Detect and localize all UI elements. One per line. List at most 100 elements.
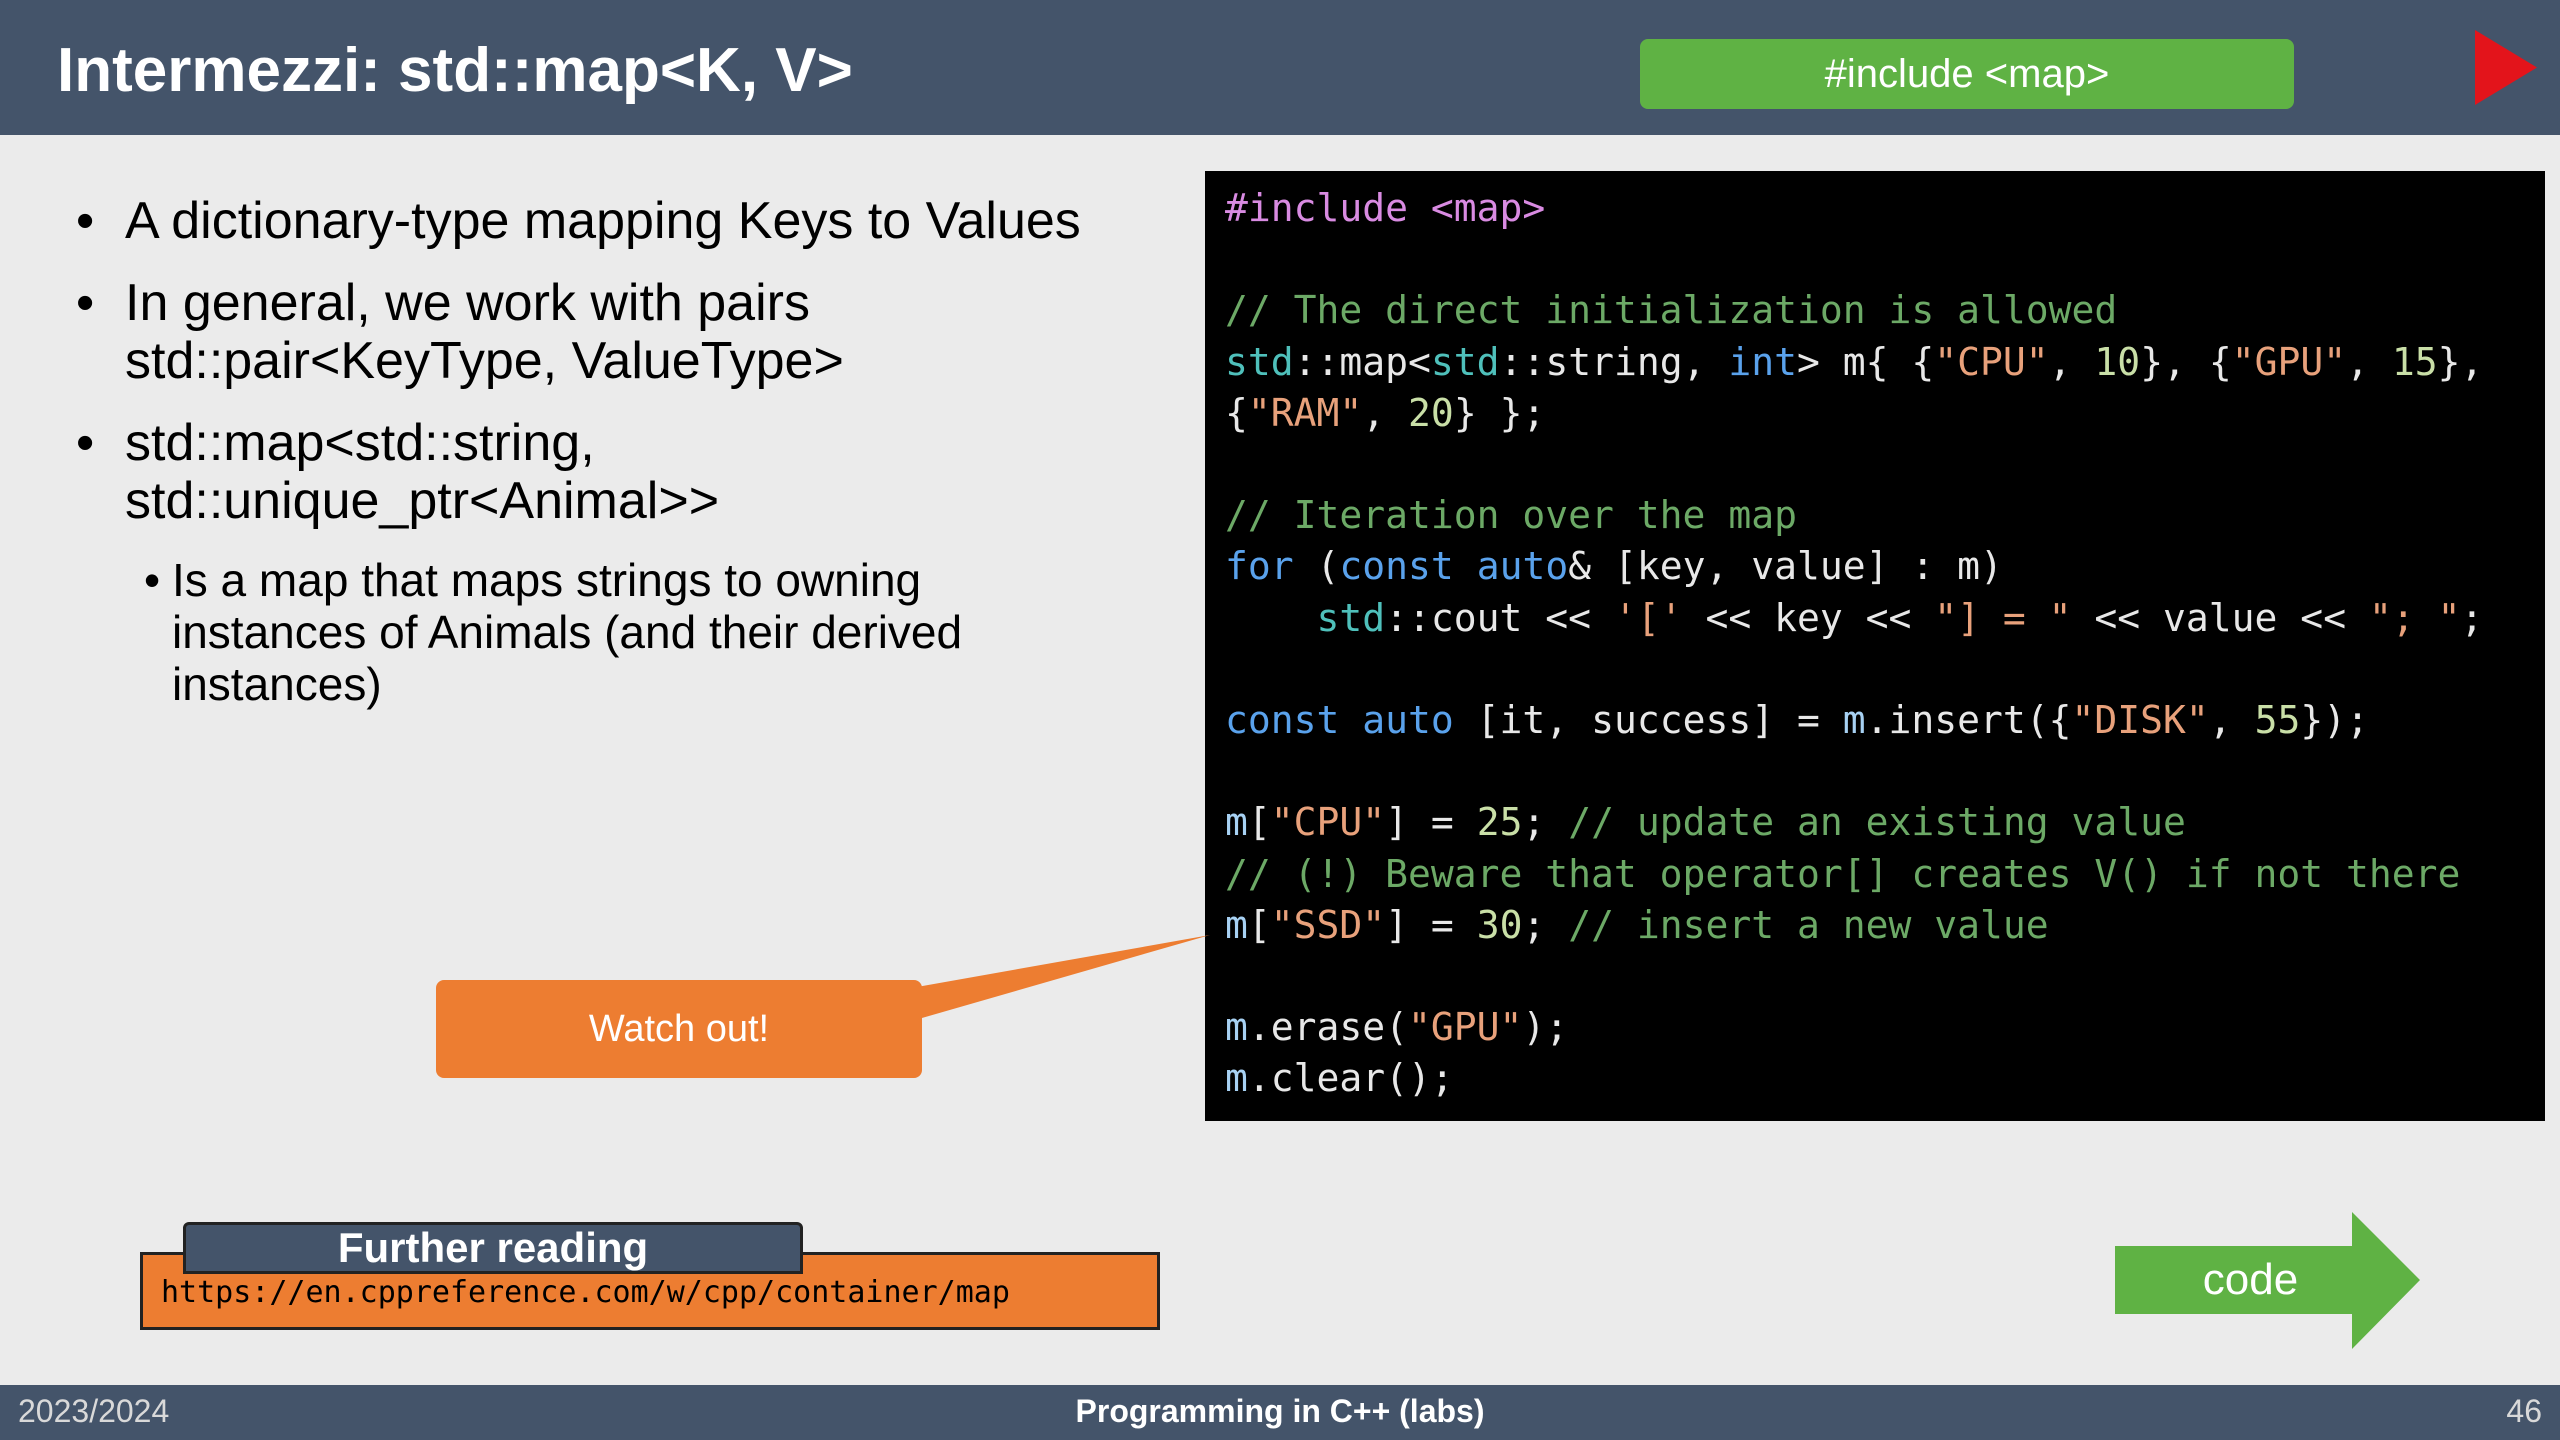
page-number: 46 (2506, 1393, 2542, 1429)
code-token: << key << (1682, 595, 1935, 640)
code-token: 10 (2094, 339, 2141, 384)
code-text: #include <map> // The direct initializat… (1225, 183, 2483, 1105)
code-token: auto (1476, 544, 1569, 589)
bullet-item: • std::map<std::string, std::unique_ptr<… (74, 414, 1194, 530)
bullet-text: std::pair<KeyType, ValueType> (125, 332, 844, 390)
bullet-list: • A dictionary-type mapping Keys to Valu… (74, 192, 1194, 710)
code-token: ; (1522, 800, 1569, 845)
code-token: int (1728, 339, 1797, 384)
code-token: }, (2437, 339, 2484, 384)
include-badge: #include <map> (1640, 39, 2294, 109)
code-token: ] = (1385, 800, 1477, 845)
code-token: .clear(); (1247, 1056, 1454, 1101)
code-token: const (1225, 698, 1340, 743)
bullet-text: In general, we work with pairs (125, 274, 810, 332)
code-token: << value << (2071, 595, 2369, 640)
code-token: "GPU" (2231, 339, 2347, 384)
code-token: [it, success] = (1453, 698, 1843, 743)
code-token: , (2048, 339, 2095, 384)
code-token: }); (2300, 698, 2369, 743)
bullet-text: A dictionary-type mapping Keys to Values (125, 192, 1081, 250)
code-token: , (1362, 390, 1409, 435)
code-token: m (1225, 800, 1248, 845)
sub-bullet-text: Is a map that maps strings to owning (172, 554, 922, 606)
play-icon[interactable] (2475, 30, 2537, 105)
code-token: // update an existing value (1568, 800, 2186, 845)
code-token: ::string, (1499, 339, 1729, 384)
code-block: #include <map> // The direct initializat… (1205, 171, 2545, 1121)
code-token: ; (2460, 595, 2484, 640)
code-token: m (1225, 902, 1248, 947)
code-token: "; " (2368, 595, 2461, 640)
code-token: [ (1247, 902, 1271, 947)
code-token: std (1316, 595, 1386, 640)
code-token: 15 (2391, 339, 2438, 384)
code-token: ; (1522, 902, 1569, 947)
code-token: & [key, value] : m) (1568, 544, 2003, 589)
bullet-dot: • (76, 274, 95, 332)
watch-out-callout: Watch out! (436, 980, 922, 1078)
code-token: "RAM" (1247, 390, 1363, 435)
code-token: // Iteration over the map (1225, 493, 1797, 538)
code-token: "SSD" (1270, 902, 1386, 947)
code-token: ::cout << (1385, 595, 1614, 640)
play-icon-triangle (2475, 30, 2537, 105)
sub-bullet-item: • Is a map that maps strings to owning i… (74, 554, 1194, 710)
further-reading-label: Further reading (183, 1222, 803, 1274)
code-token: m (1225, 1056, 1248, 1101)
code-token: // insert a new value (1568, 902, 2049, 947)
code-token: ( (1293, 544, 1340, 589)
further-reading-link[interactable]: https://en.cppreference.com/w/cpp/contai… (161, 1275, 1010, 1310)
code-token: "GPU" (1408, 1005, 1523, 1050)
code-token: 25 (1476, 800, 1523, 845)
code-token: ::map< (1293, 339, 1431, 384)
code-token: > m{ { (1796, 339, 1935, 384)
slide: Intermezzi: std::map<K, V> #include <map… (0, 0, 2560, 1440)
code-token: [ (1247, 800, 1271, 845)
code-token: std (1430, 339, 1500, 384)
code-token: , (2346, 339, 2392, 384)
code-token: .insert({ (1865, 698, 2072, 743)
code-token: , (2208, 698, 2255, 743)
header-bar: Intermezzi: std::map<K, V> #include <map… (0, 0, 2560, 135)
callout-pointer-shape (900, 935, 1210, 1020)
footer-course: Programming in C++ (labs) (1075, 1393, 1485, 1429)
code-token: 55 (2254, 698, 2301, 743)
code-token: ] = (1385, 902, 1477, 947)
bullet-text: std::unique_ptr<Animal>> (125, 472, 720, 530)
code-token: for (1225, 544, 1294, 589)
code-token: .erase( (1247, 1005, 1409, 1050)
code-token: } }; (1453, 390, 1546, 435)
code-token: '[' (1613, 595, 1683, 640)
code-token: 30 (1476, 902, 1523, 947)
code-token: // (!) Beware that operator[] creates V(… (1225, 851, 2461, 896)
code-token: "CPU" (1270, 800, 1386, 845)
code-token: "CPU" (1934, 339, 2049, 384)
bullet-text: std::map<std::string, (125, 414, 595, 472)
footer-bar: 2023/2024 Programming in C++ (labs) 46 (0, 1385, 2560, 1440)
code-link-label[interactable]: code (2118, 1250, 2383, 1310)
code-token: // The direct initialization is allowed (1225, 288, 2118, 333)
sub-bullet-text: instances of Animals (and their derived (172, 606, 963, 658)
slide-title: Intermezzi: std::map<K, V> (57, 36, 853, 105)
bullet-dot: • (76, 414, 95, 472)
code-token: { (1225, 390, 1248, 435)
code-token: m (1842, 698, 1866, 743)
bullet-item: • In general, we work with pairs std::pa… (74, 274, 1194, 390)
code-token: auto (1362, 698, 1454, 743)
code-token: ); (1522, 1005, 1569, 1050)
code-token: }, { (2140, 339, 2232, 384)
code-token: "] = " (1934, 595, 2072, 640)
code-token: "DISK" (2071, 698, 2209, 743)
bullet-dot: • (144, 554, 161, 606)
code-token: m (1225, 1005, 1248, 1050)
code-token: const (1339, 544, 1454, 589)
code-token: 20 (1408, 390, 1454, 435)
code-token: #include <map> (1225, 186, 1546, 230)
bullet-dot: • (76, 192, 95, 250)
sub-bullet-text: instances) (172, 658, 382, 710)
bullet-item: • A dictionary-type mapping Keys to Valu… (74, 192, 1194, 250)
